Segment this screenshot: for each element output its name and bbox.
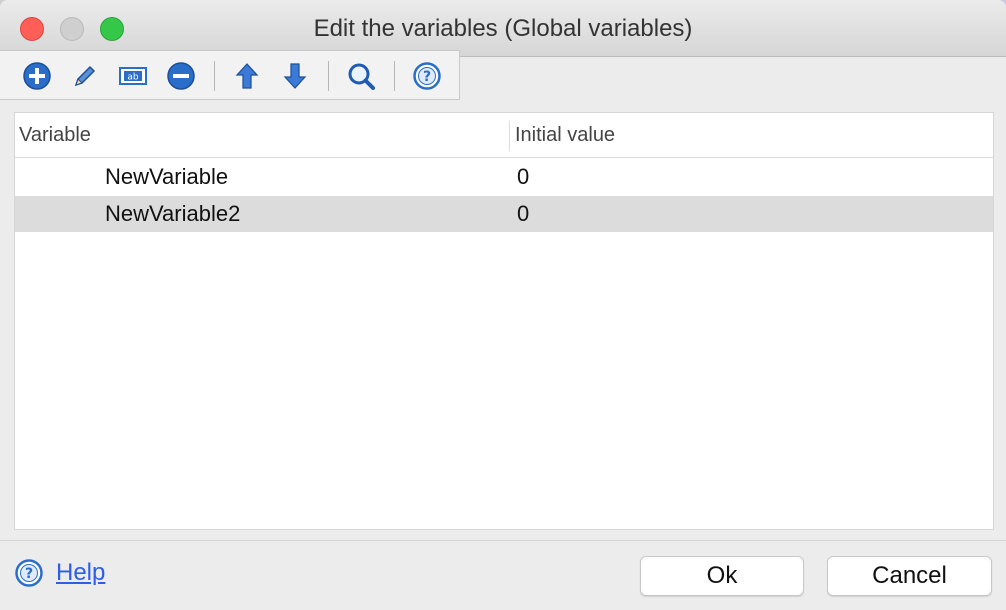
dialog-footer: ? Help Ok Cancel xyxy=(0,540,1006,610)
rename-field-icon-text: ab xyxy=(127,73,139,83)
column-header-initial-value[interactable]: Initial value xyxy=(515,113,615,157)
variable-name-cell[interactable]: NewVariable xyxy=(105,159,228,195)
toolbar: ab ? xyxy=(0,50,460,100)
toolbar-help-button[interactable]: ? xyxy=(412,61,442,91)
edit-variable-button[interactable] xyxy=(70,61,100,91)
move-up-button[interactable] xyxy=(232,61,262,91)
move-down-button[interactable] xyxy=(280,61,310,91)
remove-variable-button[interactable] xyxy=(166,61,196,91)
toolbar-separator xyxy=(214,61,215,91)
toolbar-separator xyxy=(394,61,395,91)
help-circle-icon-text: ? xyxy=(25,566,33,582)
rename-field-icon: ab xyxy=(119,67,147,85)
help-circle-icon: ? xyxy=(413,62,441,90)
table-header: Variable Initial value xyxy=(15,113,993,158)
help-link[interactable]: Help xyxy=(56,559,105,587)
variables-table: Variable Initial value NewVariable 0 New… xyxy=(14,112,994,530)
arrow-up-icon xyxy=(235,63,259,89)
add-variable-button[interactable] xyxy=(22,61,52,91)
table-row[interactable]: NewVariable 0 xyxy=(15,159,993,195)
title-bar: Edit the variables (Global variables) xyxy=(0,0,1006,57)
initial-value-cell[interactable]: 0 xyxy=(517,159,529,195)
remove-circle-icon xyxy=(167,62,195,90)
window-title: Edit the variables (Global variables) xyxy=(313,15,693,42)
magnifier-icon xyxy=(348,63,375,90)
toolbar-separator xyxy=(328,61,329,91)
ok-button[interactable]: Ok xyxy=(640,556,804,596)
dialog-window: Edit the variables (Global variables) ab xyxy=(0,0,1006,610)
help-circle-icon-text: ? xyxy=(423,69,431,85)
search-button[interactable] xyxy=(346,61,376,91)
variable-name-cell[interactable]: NewVariable2 xyxy=(105,196,240,232)
cancel-button[interactable]: Cancel xyxy=(827,556,992,596)
column-header-variable[interactable]: Variable xyxy=(19,113,91,157)
help-link-group[interactable]: ? Help xyxy=(14,558,105,588)
arrow-down-icon xyxy=(283,63,307,89)
help-circle-icon: ? xyxy=(15,559,43,587)
table-row[interactable]: NewVariable2 0 xyxy=(15,196,993,232)
add-circle-icon xyxy=(23,62,51,90)
initial-value-cell[interactable]: 0 xyxy=(517,196,529,232)
pencil-icon xyxy=(74,65,96,87)
rename-variable-button[interactable]: ab xyxy=(118,61,148,91)
column-divider[interactable] xyxy=(509,121,510,151)
